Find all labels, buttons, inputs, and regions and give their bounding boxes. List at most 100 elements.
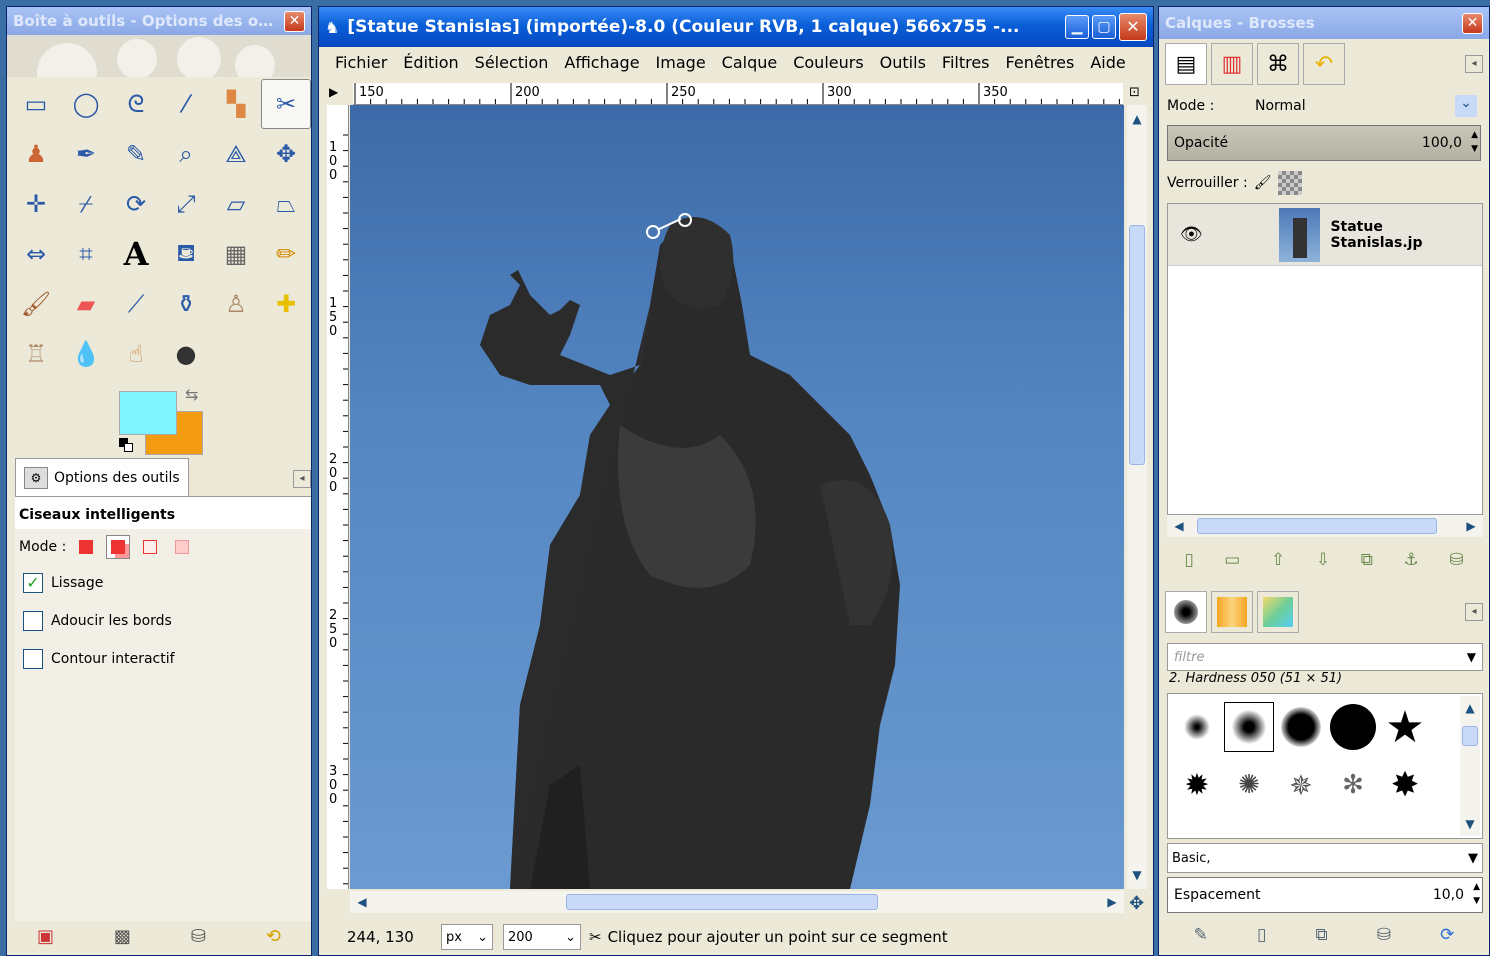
checkbox-interactive-box[interactable]	[23, 649, 43, 669]
spacing-slider[interactable]: Espacement 10,0 ▲ ▼	[1167, 877, 1483, 913]
perspective-icon[interactable]: ⏢	[261, 179, 311, 229]
save-options-icon[interactable]: ▣	[37, 926, 54, 947]
spin-icon[interactable]: ▲ ▼	[1473, 880, 1480, 908]
delete-layer-icon[interactable]: ⛁	[1449, 550, 1463, 570]
horizontal-scrollbar[interactable]: ◀ ▶	[350, 891, 1124, 913]
reset-options-icon[interactable]: ⟲	[266, 926, 281, 947]
brush-swatch[interactable]	[1172, 702, 1222, 752]
vertical-ruler[interactable]: 100 150 200 250 300	[327, 105, 349, 889]
layer-mode-select[interactable]: Normal ⌄	[1251, 93, 1481, 119]
mode-replace-button[interactable]	[74, 535, 98, 559]
shear-icon[interactable]: ▱	[211, 179, 261, 229]
panel-menu-icon[interactable]: ◂	[293, 470, 311, 488]
panel-menu-icon[interactable]: ◂	[1465, 55, 1483, 73]
pencil-icon[interactable]: ✏	[261, 229, 311, 279]
restore-options-icon[interactable]: ▩	[114, 926, 131, 947]
smudge-icon[interactable]: ☝	[111, 329, 161, 379]
brush-swatch-selected[interactable]	[1224, 702, 1274, 752]
edit-brush-icon[interactable]: ✎	[1194, 925, 1208, 945]
ink-icon[interactable]: ⚱	[161, 279, 211, 329]
scissors-icon[interactable]: ✂	[261, 79, 311, 129]
dock-titlebar[interactable]: Calques - Brosses ✕	[1159, 7, 1489, 39]
tab-patterns[interactable]	[1211, 591, 1253, 633]
lower-layer-icon[interactable]: ⇩	[1316, 550, 1330, 570]
unit-select[interactable]: px ⌄	[441, 924, 493, 950]
menu-select[interactable]: Sélection	[467, 53, 557, 72]
tab-tool-options[interactable]: ⚙ Options des outils	[15, 458, 189, 496]
close-icon[interactable]: ✕	[284, 10, 305, 32]
brush-filter-input[interactable]: filtre ▼	[1167, 643, 1483, 671]
new-layer-icon[interactable]: ▯	[1184, 550, 1193, 570]
menu-layer[interactable]: Calque	[714, 53, 786, 72]
flip-icon[interactable]: ⇔	[11, 229, 61, 279]
scroll-right-icon[interactable]: ▶	[1102, 892, 1122, 912]
scroll-down-icon[interactable]: ▼	[1460, 814, 1480, 834]
delete-options-icon[interactable]: ⛁	[191, 926, 206, 947]
panel-menu-icon[interactable]: ◂	[1465, 603, 1483, 621]
free-select-icon[interactable]: ᘓ	[111, 79, 161, 129]
scroll-right-icon[interactable]: ▶	[1461, 516, 1481, 536]
default-colors-icon[interactable]	[119, 438, 133, 452]
lock-pixels-icon[interactable]: 🖌	[1254, 175, 1272, 191]
menu-edit[interactable]: Édition	[395, 53, 466, 72]
checkbox-smoothing-box[interactable]: ✓	[23, 573, 43, 593]
duplicate-layer-icon[interactable]: ⧉	[1361, 550, 1373, 570]
blend-icon[interactable]: ▦	[211, 229, 261, 279]
tab-gradients[interactable]	[1257, 591, 1299, 633]
scroll-thumb[interactable]	[1462, 726, 1478, 746]
checkbox-antialias[interactable]: Adoucir les bords	[23, 611, 303, 631]
ellipse-select-icon[interactable]: ◯	[61, 79, 111, 129]
checkbox-antialias-box[interactable]	[23, 611, 43, 631]
swap-colors-icon[interactable]: ⇆	[185, 385, 198, 404]
blur-icon[interactable]: 💧	[61, 329, 111, 379]
scroll-up-icon[interactable]: ▲	[1460, 698, 1480, 718]
layer-hscrollbar[interactable]: ◀ ▶	[1167, 515, 1483, 537]
tab-layers[interactable]: ▤	[1165, 43, 1207, 85]
foreground-color[interactable]	[119, 391, 177, 435]
vertical-scrollbar[interactable]: ▲ ▼	[1127, 105, 1147, 889]
navigate-icon[interactable]: ✥	[1129, 893, 1144, 914]
cage-icon[interactable]: ⌗	[61, 229, 111, 279]
checkbox-interactive[interactable]: Contour interactif	[23, 649, 303, 669]
paths-icon[interactable]: ✒	[61, 129, 111, 179]
brush-swatch[interactable]: ✸	[1380, 760, 1430, 810]
mode-intersect-button[interactable]	[170, 535, 194, 559]
fuzzy-select-icon[interactable]: ⁄	[161, 79, 211, 129]
toolbox-titlebar[interactable]: Boîte à outils - Options des ou... ✕	[7, 7, 311, 35]
brush-swatch[interactable]: ✻	[1328, 760, 1378, 810]
refresh-brushes-icon[interactable]: ⟳	[1440, 925, 1454, 945]
clone-icon[interactable]: ♙	[211, 279, 261, 329]
scroll-down-icon[interactable]: ▼	[1127, 865, 1147, 885]
menu-filters[interactable]: Filtres	[934, 53, 998, 72]
close-icon[interactable]: ✕	[1462, 12, 1483, 34]
text-icon[interactable]: A	[111, 229, 161, 279]
crop-icon[interactable]: ⌿	[61, 179, 111, 229]
checkbox-smoothing[interactable]: ✓ Lissage	[23, 573, 303, 593]
scroll-thumb[interactable]	[1129, 225, 1145, 465]
maximize-icon[interactable]: ▢	[1092, 15, 1116, 39]
anchor-layer-icon[interactable]: ⚓	[1404, 550, 1419, 570]
zoom-icon[interactable]: ⌕	[161, 129, 211, 179]
brush-scrollbar[interactable]: ▲ ▼	[1460, 696, 1480, 836]
raise-layer-icon[interactable]: ⇧	[1271, 550, 1285, 570]
airbrush-icon[interactable]: ⟋	[111, 279, 161, 329]
select-by-color-icon[interactable]: ▚	[211, 79, 261, 129]
brush-swatch[interactable]	[1276, 702, 1326, 752]
spin-icon[interactable]: ▲ ▼	[1471, 128, 1478, 156]
delete-brush-icon[interactable]: ⛁	[1377, 925, 1391, 945]
menu-windows[interactable]: Fenêtres	[998, 53, 1083, 72]
foreground-select-icon[interactable]: ♟	[11, 129, 61, 179]
mode-add-button[interactable]	[106, 535, 131, 559]
tab-brushes[interactable]	[1165, 591, 1207, 633]
lock-alpha-icon[interactable]	[1277, 171, 1302, 195]
scroll-left-icon[interactable]: ◀	[352, 892, 372, 912]
scale-icon[interactable]: ⤢	[161, 179, 211, 229]
scroll-thumb[interactable]	[566, 894, 878, 910]
eye-icon[interactable]: 👁	[1180, 224, 1269, 245]
measure-icon[interactable]: ⟁	[211, 129, 261, 179]
scroll-left-icon[interactable]: ◀	[1169, 516, 1189, 536]
brush-swatch[interactable]: ✺	[1224, 760, 1274, 810]
zoom-select[interactable]: 200 ⌄	[503, 924, 581, 950]
menu-help[interactable]: Aide	[1082, 53, 1133, 72]
horizontal-ruler[interactable]: 150 200 250 300 350	[353, 83, 1123, 105]
